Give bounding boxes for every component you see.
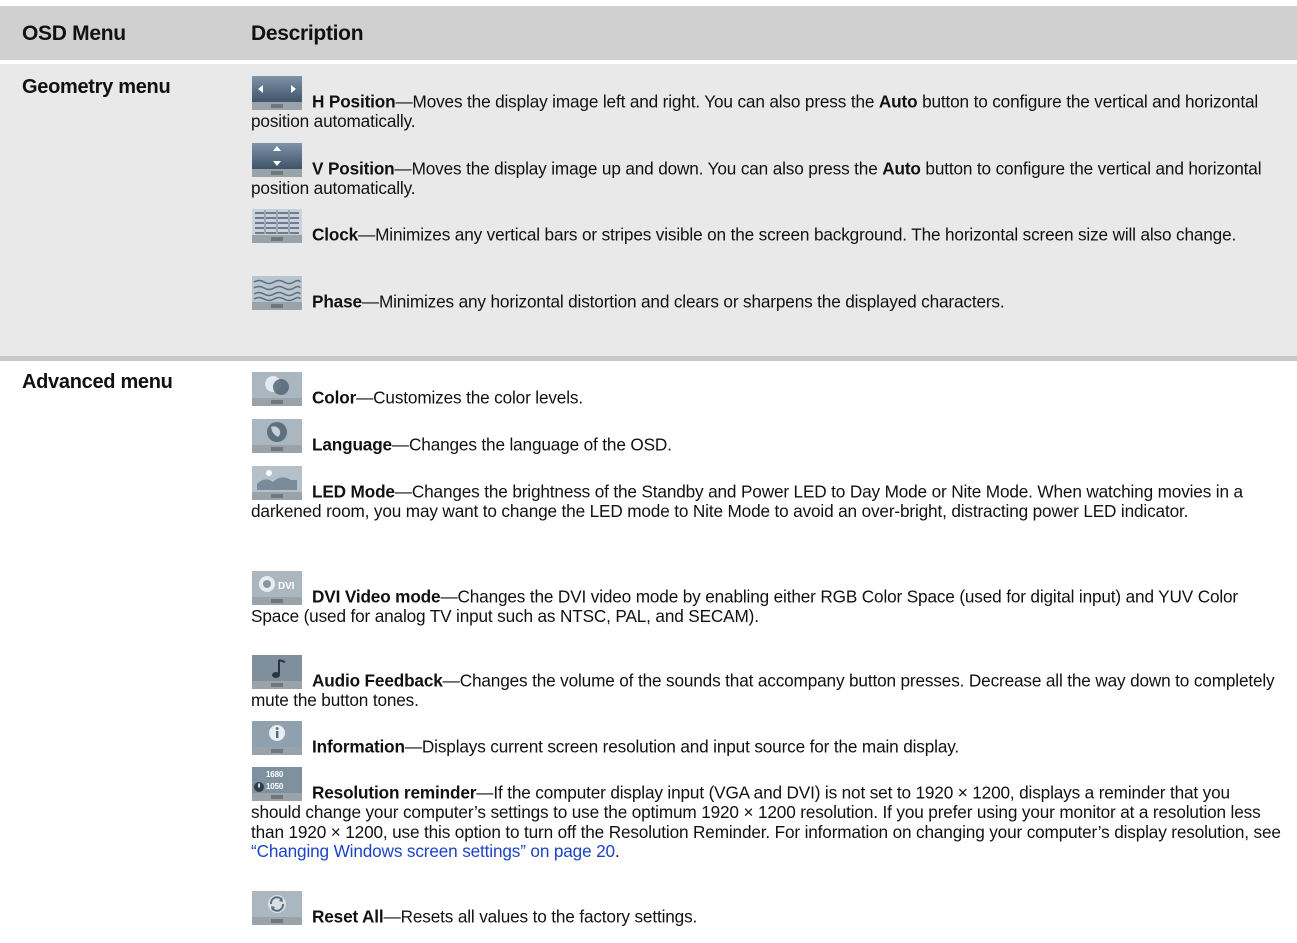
- language-icon: [251, 417, 303, 455]
- audio-feedback-icon: [251, 653, 303, 691]
- svg-text:DVI: DVI: [278, 581, 295, 592]
- header-description: Description: [251, 22, 364, 45]
- resolution-reminder-icon: 1680 1050: [251, 765, 303, 803]
- led-mode-icon: [251, 464, 303, 502]
- section-title: Geometry menu: [22, 76, 171, 98]
- phase-icon: [251, 274, 303, 312]
- dvi-video-mode-entry: DVI DVI Video mode—Changes the DVI video…: [251, 569, 1281, 627]
- svg-text:1680: 1680: [266, 770, 284, 779]
- color-icon: [251, 370, 303, 408]
- information-entry: Information—Displays current screen reso…: [251, 719, 1281, 757]
- geometry-menu-row: Geometry menu H Position—Moves the displ…: [0, 64, 1297, 356]
- reset-all-entry: Reset All—Resets all values to the facto…: [251, 889, 1281, 927]
- svg-text:1050: 1050: [266, 782, 284, 791]
- v-position-icon: [251, 141, 303, 179]
- audio-feedback-entry: Audio Feedback—Changes the volume of the…: [251, 653, 1281, 711]
- page-link[interactable]: “Changing Windows screen settings” on pa…: [251, 841, 615, 861]
- table-header: OSD Menu Description: [0, 6, 1297, 60]
- clock-icon: [251, 207, 303, 245]
- color-entry: Color—Customizes the color levels.: [251, 370, 1281, 408]
- v-position-entry: V Position—Moves the display image up an…: [251, 141, 1281, 199]
- dvi-video-mode-icon: DVI: [251, 569, 303, 607]
- reset-all-icon: [251, 889, 303, 927]
- phase-entry: Phase—Minimizes any horizontal distortio…: [251, 274, 1281, 312]
- header-osd-menu: OSD Menu: [22, 22, 126, 45]
- language-entry: Language—Changes the language of the OSD…: [251, 417, 1281, 455]
- section-title: Advanced menu: [22, 371, 173, 393]
- h-position-icon: [251, 74, 303, 112]
- clock-entry: Clock—Minimizes any vertical bars or str…: [251, 207, 1281, 245]
- led-mode-entry: LED Mode—Changes the brightness of the S…: [251, 464, 1281, 522]
- resolution-reminder-entry: 1680 1050 Resolution reminder—If the com…: [251, 765, 1281, 862]
- advanced-menu-row: Advanced menu Color—Customizes the color…: [0, 361, 1297, 943]
- information-icon: [251, 719, 303, 757]
- h-position-entry: H Position—Moves the display image left …: [251, 74, 1281, 132]
